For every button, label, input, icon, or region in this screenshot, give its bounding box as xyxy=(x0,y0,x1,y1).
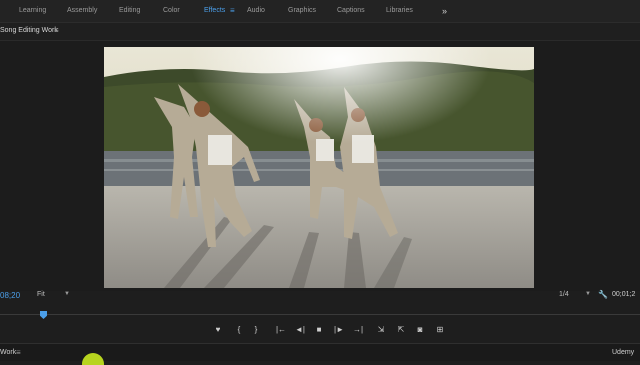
button-editor-icon[interactable]: ⊞ xyxy=(433,323,447,337)
zoom-level-select[interactable]: Fit xyxy=(37,291,45,298)
workspace-bar: Learning Assembly Editing Color Effects … xyxy=(0,0,640,23)
video-preview[interactable] xyxy=(104,47,534,288)
go-to-in-icon[interactable]: |← xyxy=(274,323,288,337)
playback-resolution-select[interactable]: 1/4 xyxy=(559,291,569,298)
overlay-shape xyxy=(82,353,104,365)
program-monitor-header: Song Editing Work ≡ xyxy=(0,23,640,41)
insert-icon[interactable]: ⇲ xyxy=(374,323,388,337)
chevron-down-icon[interactable]: ▼ xyxy=(585,291,591,297)
tab-libraries[interactable]: Libraries xyxy=(386,0,413,22)
tab-audio[interactable]: Audio xyxy=(247,0,265,22)
wrench-icon[interactable]: 🔧 xyxy=(598,290,608,299)
timeline-panel-header: Work ≡ Udemy xyxy=(0,343,640,365)
chevron-down-icon[interactable]: ▼ xyxy=(64,291,70,297)
mark-out-icon[interactable]: } xyxy=(249,323,263,337)
effects-menu-icon[interactable]: ≡ xyxy=(230,0,235,22)
go-to-out-icon[interactable]: →| xyxy=(351,323,365,337)
tab-color[interactable]: Color xyxy=(163,0,180,22)
export-frame-icon[interactable]: ◙ xyxy=(413,323,427,337)
playhead-timecode[interactable]: 08;20 xyxy=(0,291,20,300)
stop-icon[interactable]: ■ xyxy=(312,323,326,337)
overwrite-icon[interactable]: ⇱ xyxy=(394,323,408,337)
add-marker-icon[interactable]: ♥ xyxy=(211,323,225,337)
tab-learning[interactable]: Learning xyxy=(19,0,46,22)
mark-in-icon[interactable]: { xyxy=(232,323,246,337)
tab-captions[interactable]: Captions xyxy=(337,0,365,22)
duration-timecode: 00;01;2 xyxy=(612,291,636,298)
transport-controls: ♥ { } |← ◄| ■ |► →| ⇲ ⇱ ◙ ⊞ xyxy=(0,323,640,337)
tab-effects[interactable]: Effects xyxy=(204,0,225,22)
step-back-icon[interactable]: ◄| xyxy=(293,323,307,337)
monitor-controls: 08;20 Fit ▼ 1/4 ▼ 🔧 00;01;2 xyxy=(0,290,640,303)
more-workspaces-icon[interactable]: » xyxy=(442,0,447,22)
time-ruler[interactable] xyxy=(0,305,640,319)
playhead[interactable] xyxy=(40,311,47,319)
step-forward-icon[interactable]: |► xyxy=(332,323,346,337)
video-frame-image xyxy=(104,47,534,288)
tab-graphics[interactable]: Graphics xyxy=(288,0,316,22)
watermark: Udemy xyxy=(612,349,635,356)
panel-menu-icon[interactable]: ≡ xyxy=(54,26,59,35)
scrub-track[interactable] xyxy=(0,314,640,315)
panel-title[interactable]: Song Editing Work xyxy=(0,27,58,34)
tab-editing[interactable]: Editing xyxy=(119,0,140,22)
panel-menu-icon[interactable]: ≡ xyxy=(16,348,21,357)
tab-assembly[interactable]: Assembly xyxy=(67,0,97,22)
timeline-tab[interactable]: Work xyxy=(0,349,16,356)
